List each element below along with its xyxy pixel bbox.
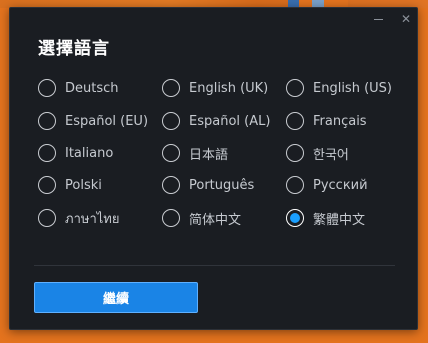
radio-button[interactable] [38, 112, 56, 130]
language-label: Español (EU) [65, 113, 149, 129]
language-option-traditional-chinese[interactable]: 繁體中文 [286, 205, 365, 231]
language-label: ภาษาไทย [65, 211, 120, 227]
radio-button[interactable] [162, 79, 180, 97]
language-label: Deutsch [65, 80, 119, 96]
dialog-title: 選擇語言 [38, 39, 110, 59]
language-option-portugues[interactable]: Português [162, 172, 254, 198]
language-label: Português [189, 177, 255, 193]
language-option-espanol-al[interactable]: Español (AL) [162, 108, 270, 134]
language-label: English (UK) [189, 80, 269, 96]
language-label: Русский [313, 177, 368, 193]
language-option-korean[interactable]: 한국어 [286, 140, 349, 166]
radio-button[interactable] [38, 79, 56, 97]
radio-button[interactable] [38, 144, 56, 162]
language-option-simplified-chinese[interactable]: 简体中文 [162, 205, 241, 231]
language-option-deutsch[interactable]: Deutsch [38, 75, 119, 101]
radio-button[interactable] [162, 176, 180, 194]
language-label: 한국어 [313, 147, 349, 163]
language-option-english-us[interactable]: English (US) [286, 75, 392, 101]
continue-button[interactable]: 繼續 [34, 282, 198, 313]
divider [34, 265, 395, 266]
language-select-dialog: ✕ 選擇語言 Deutsch English (UK) English (US)… [9, 7, 418, 330]
language-option-italiano[interactable]: Italiano [38, 140, 113, 166]
minimize-button[interactable] [368, 10, 390, 28]
close-button[interactable]: ✕ [395, 10, 417, 28]
language-label: Polski [65, 177, 102, 193]
language-option-espanol-eu[interactable]: Español (EU) [38, 108, 148, 134]
language-option-english-uk[interactable]: English (UK) [162, 75, 268, 101]
radio-button[interactable] [162, 112, 180, 130]
radio-button[interactable] [286, 144, 304, 162]
language-option-thai[interactable]: ภาษาไทย [38, 205, 119, 231]
radio-button[interactable] [38, 209, 56, 227]
language-label: English (US) [313, 80, 392, 96]
radio-button[interactable] [162, 144, 180, 162]
language-label: Español (AL) [189, 113, 271, 129]
radio-button[interactable] [162, 209, 180, 227]
language-label: 日本語 [189, 147, 229, 163]
close-icon: ✕ [400, 12, 412, 26]
radio-button[interactable] [286, 112, 304, 130]
minimize-icon [374, 19, 383, 20]
radio-button[interactable] [38, 176, 56, 194]
radio-button[interactable] [286, 79, 304, 97]
language-option-francais[interactable]: Français [286, 108, 367, 134]
language-label: Français [313, 113, 367, 129]
language-option-russian[interactable]: Русский [286, 172, 368, 198]
language-label: Italiano [65, 145, 114, 161]
radio-button[interactable] [286, 176, 304, 194]
language-label: 简体中文 [189, 212, 242, 228]
language-option-japanese[interactable]: 日本語 [162, 140, 228, 166]
language-label: 繁體中文 [313, 212, 366, 228]
radio-button-selected[interactable] [286, 209, 304, 227]
language-option-polski[interactable]: Polski [38, 172, 102, 198]
